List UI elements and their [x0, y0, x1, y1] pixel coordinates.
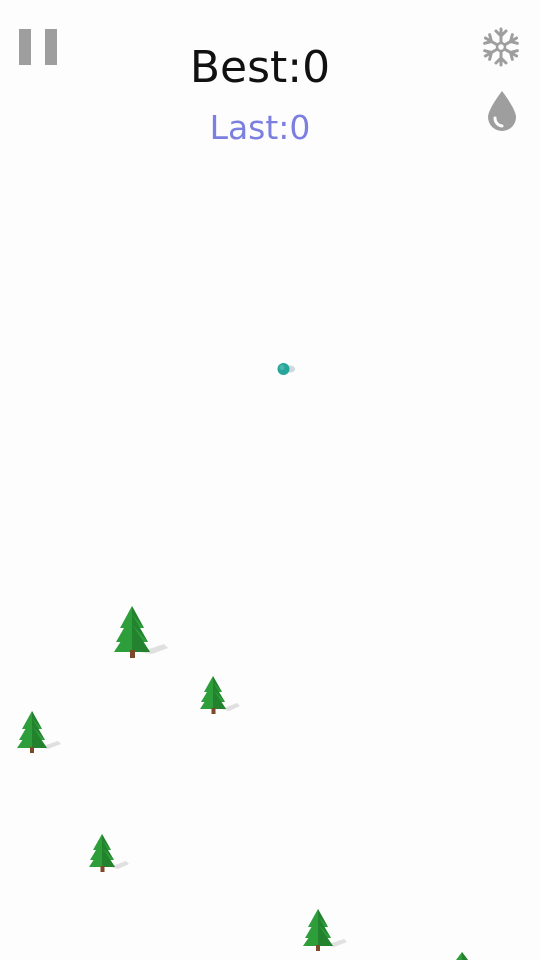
pine-tree [452, 952, 476, 960]
pine-tree [302, 909, 350, 953]
pine-tree [88, 834, 132, 874]
snowflake-icon [483, 27, 519, 67]
best-score: Best:0 [189, 42, 331, 93]
last-score: Last:0 [209, 108, 311, 147]
pine-tree [112, 606, 170, 660]
pine-tree [16, 711, 64, 755]
snow-toggle-button[interactable] [480, 26, 522, 68]
pine-tree [199, 676, 243, 716]
skier-player [276, 361, 296, 375]
droplet-toggle-button[interactable] [483, 89, 521, 133]
droplet-icon [488, 91, 516, 131]
game-screen[interactable]: Best:0 Last:0 [0, 0, 540, 960]
